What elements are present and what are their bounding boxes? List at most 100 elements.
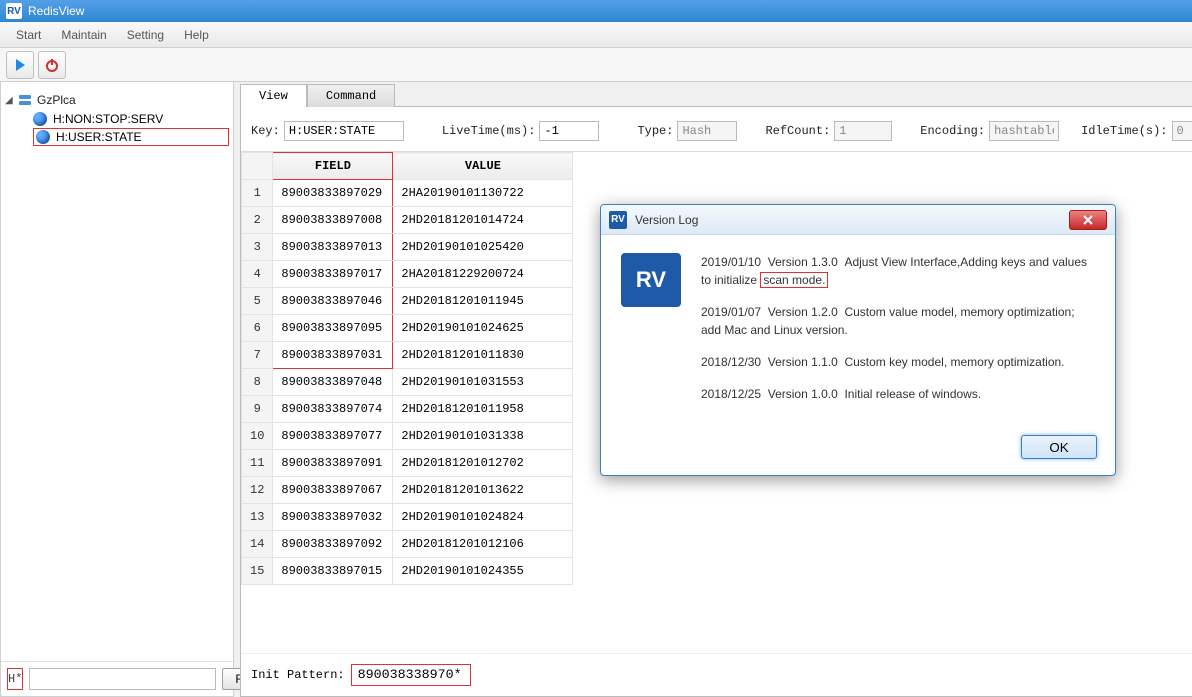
ok-button[interactable]: OK — [1021, 435, 1097, 459]
encoding-label: Encoding: — [920, 124, 985, 138]
tree-key-item[interactable]: H:NON:STOP:SERV — [33, 110, 229, 128]
col-value[interactable]: VALUE — [393, 153, 573, 180]
globe-icon — [33, 112, 47, 126]
cell-field[interactable]: 89003833897067 — [273, 477, 393, 504]
idletime-label: IdleTime(s): — [1081, 124, 1167, 138]
table-row[interactable]: 12890038338970672HD20181201013622 — [242, 477, 573, 504]
table-row[interactable]: 2890038338970082HD20181201014724 — [242, 207, 573, 234]
cell-field[interactable]: 89003833897048 — [273, 369, 393, 396]
play-button[interactable] — [6, 51, 34, 79]
table-row[interactable]: 10890038338970772HD20190101031338 — [242, 423, 573, 450]
version-log-dialog: RV Version Log RV 2019/01/10 Version 1.3… — [600, 204, 1116, 476]
refcount-field — [834, 121, 892, 141]
window-titlebar: RV RedisView — [0, 0, 1192, 22]
cell-value[interactable]: 2HD20190101025420 — [393, 234, 573, 261]
power-icon — [44, 57, 60, 73]
tab-command[interactable]: Command — [307, 84, 395, 107]
table-row[interactable]: 14890038338970922HD20181201012106 — [242, 531, 573, 558]
version-log-content: 2019/01/10 Version 1.3.0 Adjust View Int… — [701, 253, 1095, 417]
cell-field[interactable]: 89003833897077 — [273, 423, 393, 450]
table-row[interactable]: 9890038338970742HD20181201011958 — [242, 396, 573, 423]
cell-field[interactable]: 89003833897091 — [273, 450, 393, 477]
cell-field[interactable]: 89003833897013 — [273, 234, 393, 261]
col-field[interactable]: FIELD — [273, 153, 393, 180]
dialog-close-button[interactable] — [1069, 210, 1107, 230]
menu-maintain[interactable]: Maintain — [51, 24, 116, 46]
row-number: 15 — [242, 558, 273, 585]
cell-value[interactable]: 2HD20190101031338 — [393, 423, 573, 450]
sidebar-filter-row: H* Refresh — [1, 661, 233, 696]
table-row[interactable]: 5890038338970462HD20181201011945 — [242, 288, 573, 315]
row-number: 4 — [242, 261, 273, 288]
tree-key-label: H:USER:STATE — [56, 130, 142, 144]
power-button[interactable] — [38, 51, 66, 79]
cell-field[interactable]: 89003833897029 — [273, 180, 393, 207]
close-icon — [1082, 214, 1094, 226]
db-tree: ◢ GzPlca H:NON:STOP:SERV H:USER:STATE — [1, 82, 233, 661]
menu-setting[interactable]: Setting — [117, 24, 174, 46]
menu-help[interactable]: Help — [174, 24, 219, 46]
table-row[interactable]: 3890038338970132HD20190101025420 — [242, 234, 573, 261]
tree-root-label: GzPlca — [37, 93, 76, 107]
table-row[interactable]: 4890038338970172HA20181229200724 — [242, 261, 573, 288]
table-row[interactable]: 15890038338970152HD20190101024355 — [242, 558, 573, 585]
dialog-titlebar[interactable]: RV Version Log — [601, 205, 1115, 235]
init-pattern-row: Init Pattern: — [241, 653, 1192, 696]
cell-value[interactable]: 2HD20181201011958 — [393, 396, 573, 423]
table-row[interactable]: 13890038338970322HD20190101024824 — [242, 504, 573, 531]
cell-field[interactable]: 89003833897095 — [273, 315, 393, 342]
tree-key-item-selected[interactable]: H:USER:STATE — [33, 128, 229, 146]
sidebar: ◢ GzPlca H:NON:STOP:SERV H:USER:STATE H*… — [0, 82, 234, 697]
cell-field[interactable]: 89003833897046 — [273, 288, 393, 315]
cell-field[interactable]: 89003833897017 — [273, 261, 393, 288]
toolbar — [0, 48, 1192, 82]
table-row[interactable]: 11890038338970912HD20181201012702 — [242, 450, 573, 477]
cell-field[interactable]: 89003833897074 — [273, 396, 393, 423]
key-info-row: Key: LiveTime(ms): Type: RefCount: Encod… — [241, 107, 1192, 151]
type-field — [677, 121, 737, 141]
row-number: 5 — [242, 288, 273, 315]
cell-field[interactable]: 89003833897008 — [273, 207, 393, 234]
menu-start[interactable]: Start — [6, 24, 51, 46]
tree-root[interactable]: ◢ GzPlca — [5, 90, 229, 110]
tab-bar: View Command — [240, 84, 1192, 107]
globe-icon — [36, 130, 50, 144]
cell-field[interactable]: 89003833897015 — [273, 558, 393, 585]
row-number: 3 — [242, 234, 273, 261]
version-entry: 2019/01/10 Version 1.3.0 Adjust View Int… — [701, 253, 1095, 289]
cell-value[interactable]: 2HD20190101024824 — [393, 504, 573, 531]
filter-input[interactable] — [29, 668, 216, 690]
cell-field[interactable]: 89003833897092 — [273, 531, 393, 558]
cell-field[interactable]: 89003833897032 — [273, 504, 393, 531]
col-rownum — [242, 153, 273, 180]
livetime-input[interactable] — [539, 121, 599, 141]
table-row[interactable]: 6890038338970952HD20190101024625 — [242, 315, 573, 342]
tab-view[interactable]: View — [240, 84, 307, 107]
cell-value[interactable]: 2HD20190101031553 — [393, 369, 573, 396]
dialog-title: Version Log — [635, 213, 1069, 227]
refcount-label: RefCount: — [765, 124, 830, 138]
cell-value[interactable]: 2HA20181229200724 — [393, 261, 573, 288]
version-entry: 2019/01/07 Version 1.2.0 Custom value mo… — [701, 303, 1095, 339]
cell-value[interactable]: 2HA20190101130722 — [393, 180, 573, 207]
cell-value[interactable]: 2HD20190101024355 — [393, 558, 573, 585]
cell-field[interactable]: 89003833897031 — [273, 342, 393, 369]
cell-value[interactable]: 2HD20181201014724 — [393, 207, 573, 234]
row-number: 8 — [242, 369, 273, 396]
table-row[interactable]: 1890038338970292HA20190101130722 — [242, 180, 573, 207]
table-row[interactable]: 7890038338970312HD20181201011830 — [242, 342, 573, 369]
key-label: Key: — [251, 124, 280, 138]
row-number: 12 — [242, 477, 273, 504]
table-row[interactable]: 8890038338970482HD20190101031553 — [242, 369, 573, 396]
cell-value[interactable]: 2HD20181201012106 — [393, 531, 573, 558]
key-input[interactable] — [284, 121, 404, 141]
cell-value[interactable]: 2HD20181201012702 — [393, 450, 573, 477]
cell-value[interactable]: 2HD20181201013622 — [393, 477, 573, 504]
dialog-logo-icon: RV — [621, 253, 681, 307]
cell-value[interactable]: 2HD20181201011830 — [393, 342, 573, 369]
cell-value[interactable]: 2HD20190101024625 — [393, 315, 573, 342]
row-number: 6 — [242, 315, 273, 342]
init-pattern-input[interactable] — [351, 664, 471, 686]
init-pattern-label: Init Pattern: — [251, 668, 345, 682]
cell-value[interactable]: 2HD20181201011945 — [393, 288, 573, 315]
